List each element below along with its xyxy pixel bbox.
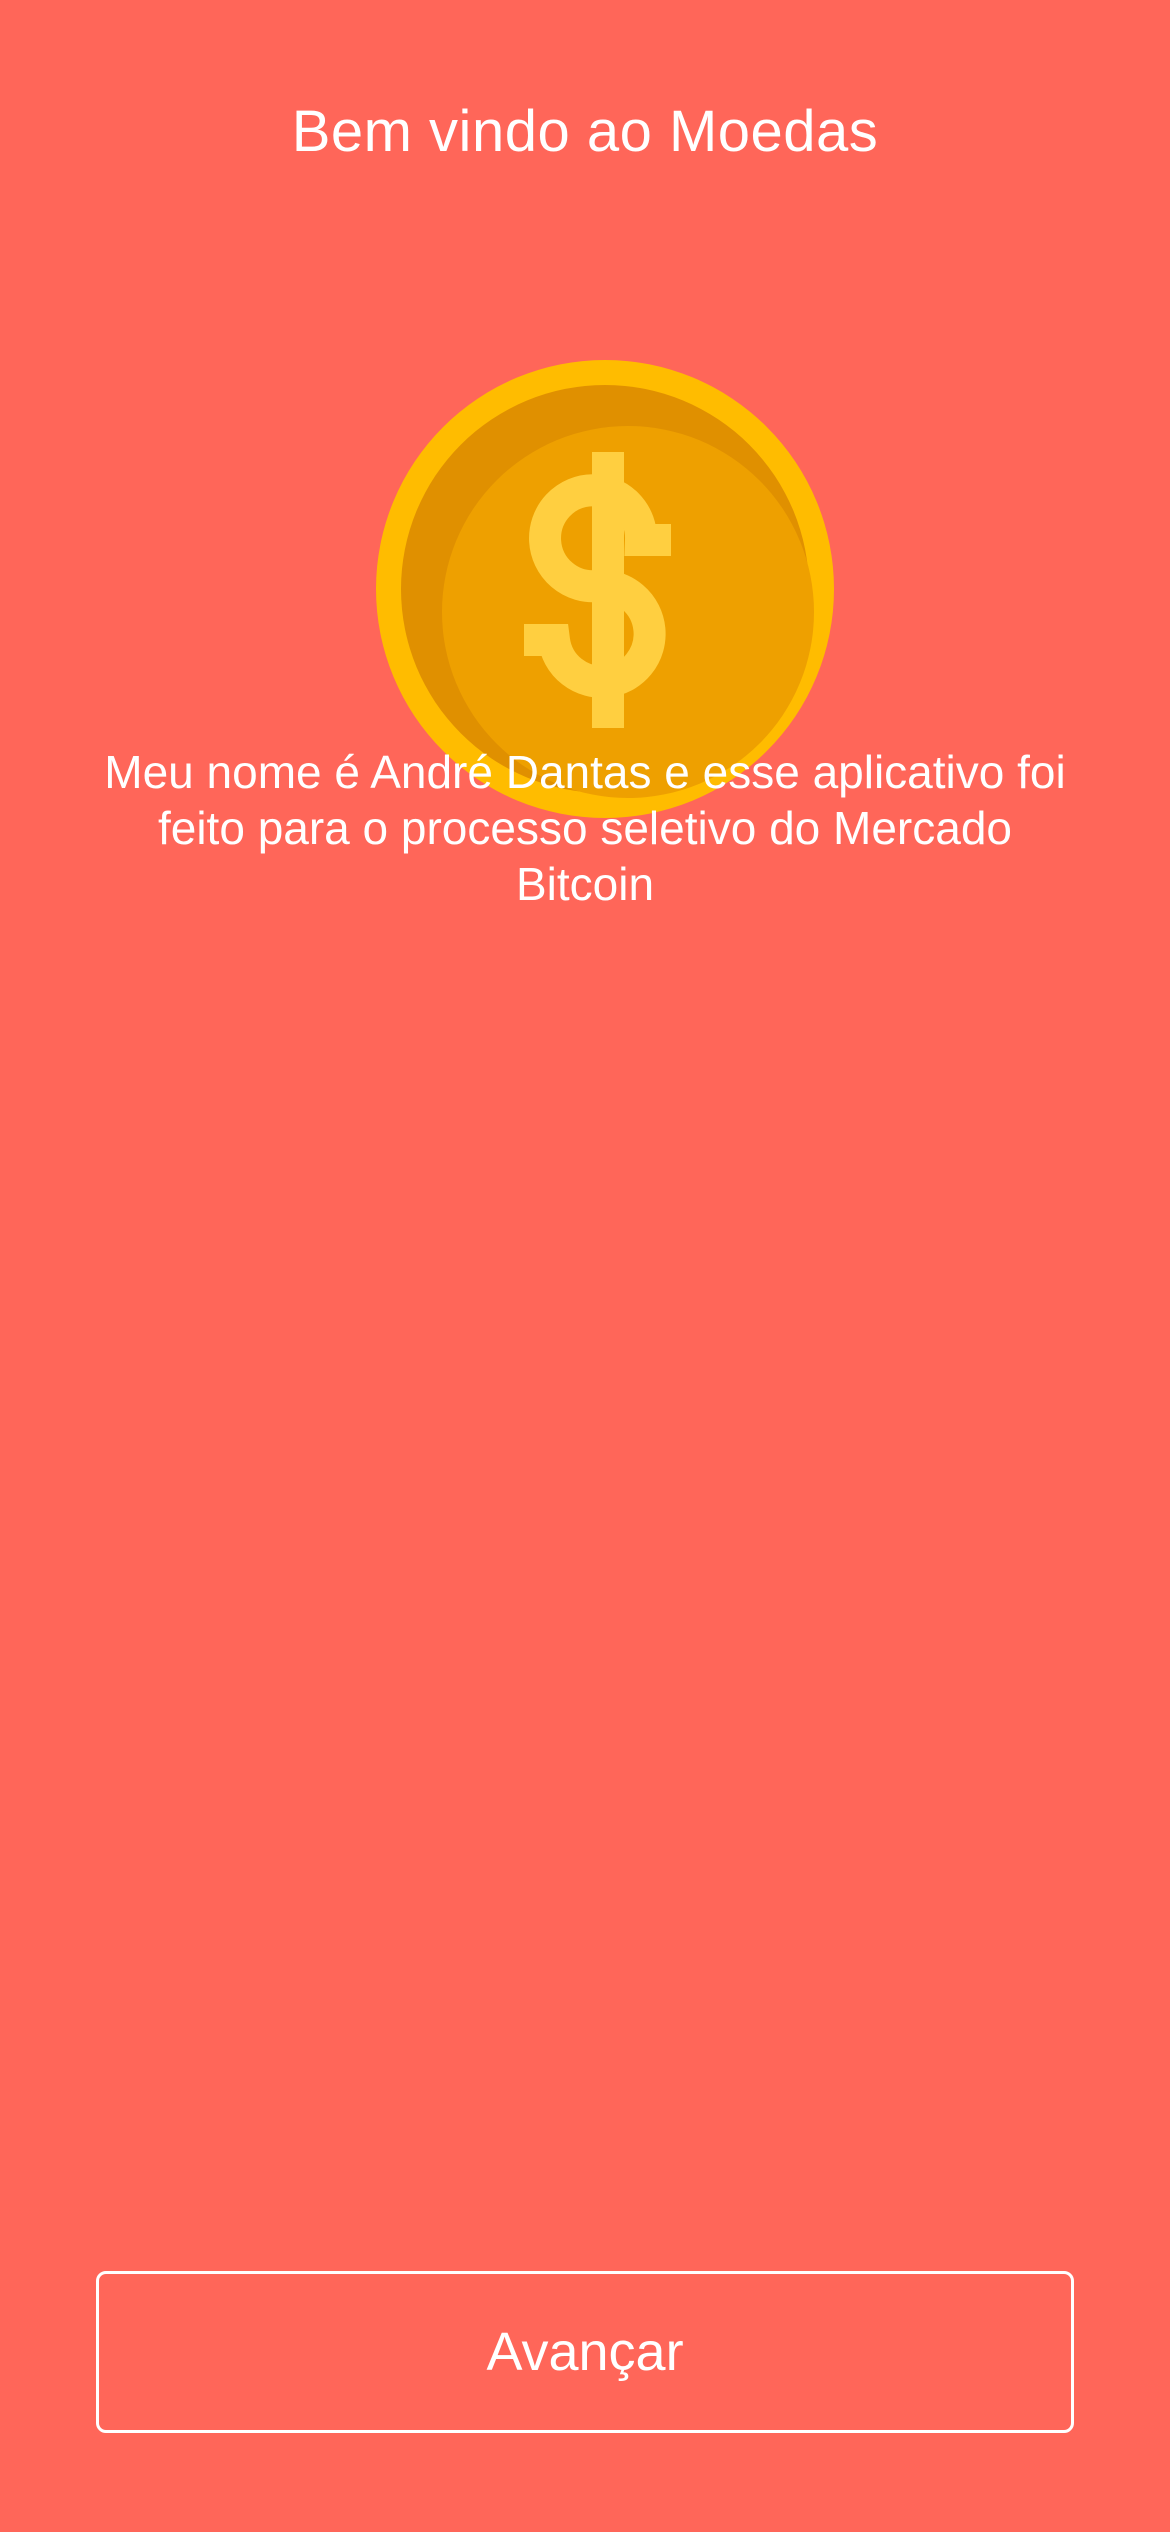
next-button[interactable]: Avançar: [96, 2271, 1074, 2433]
page-title: Bem vindo ao Moedas: [291, 99, 879, 164]
welcome-screen: Bem vindo ao Moedas Meu nome é André Dan…: [0, 0, 1170, 2532]
intro-text: Meu nome é André Dantas e esse aplicativ…: [104, 746, 1066, 910]
